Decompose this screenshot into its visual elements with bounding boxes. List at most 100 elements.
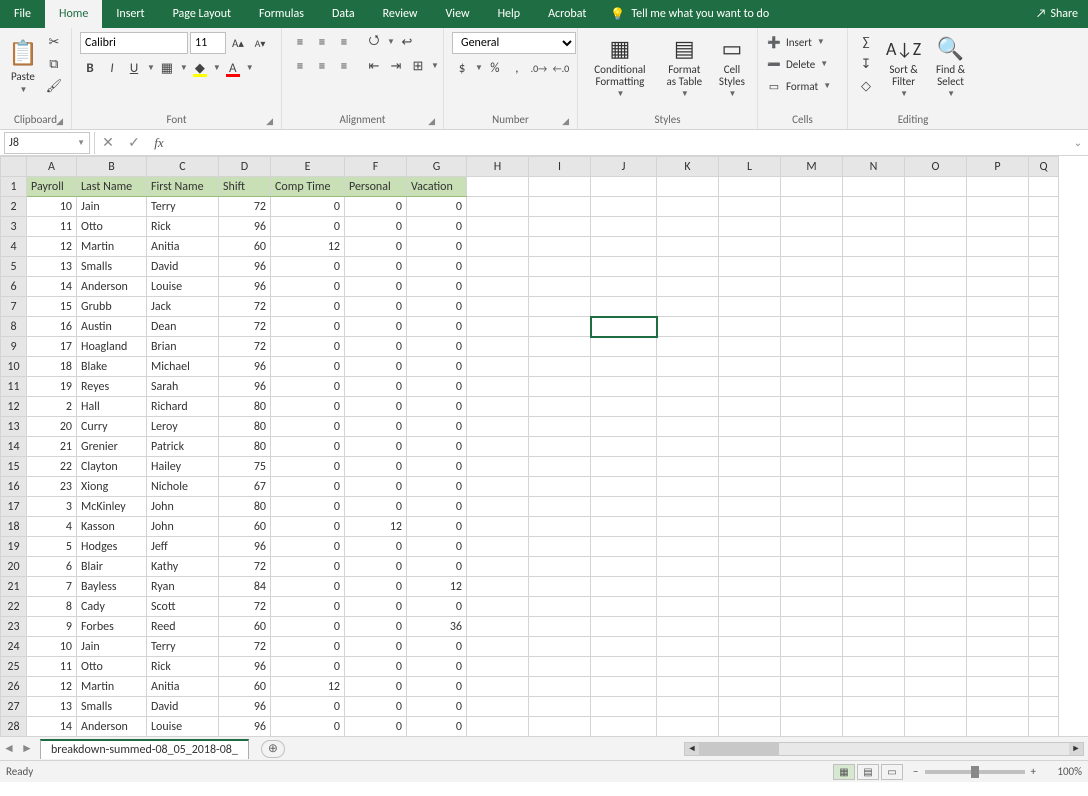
cell[interactable] — [781, 677, 843, 697]
cell[interactable]: 0 — [271, 377, 345, 397]
cell[interactable] — [529, 617, 591, 637]
cell[interactable]: 13 — [27, 257, 77, 277]
cell[interactable] — [657, 677, 719, 697]
cell[interactable] — [591, 437, 657, 457]
align-center-icon[interactable]: ≡ — [312, 56, 332, 76]
cell[interactable] — [719, 677, 781, 697]
cell[interactable] — [843, 577, 905, 597]
cell[interactable] — [843, 377, 905, 397]
cell[interactable] — [843, 237, 905, 257]
column-header[interactable]: A — [27, 157, 77, 177]
cell[interactable] — [719, 717, 781, 737]
cell[interactable] — [467, 437, 529, 457]
cell[interactable]: 72 — [219, 597, 271, 617]
cell[interactable]: 0 — [407, 597, 467, 617]
cell[interactable]: Jack — [147, 297, 219, 317]
column-header[interactable]: F — [345, 157, 407, 177]
cell[interactable]: 72 — [219, 337, 271, 357]
cell[interactable]: 0 — [271, 657, 345, 677]
cell[interactable] — [781, 517, 843, 537]
cell[interactable] — [967, 657, 1029, 677]
delete-cells-button[interactable]: ➖Delete▼ — [766, 54, 828, 74]
cell[interactable] — [529, 377, 591, 397]
cell[interactable]: Personal — [345, 177, 407, 197]
cell[interactable]: 0 — [407, 257, 467, 277]
increase-decimal-icon[interactable]: .0→ — [529, 58, 549, 78]
cell[interactable]: 0 — [407, 497, 467, 517]
cell[interactable]: 11 — [27, 657, 77, 677]
cell[interactable] — [529, 677, 591, 697]
cell[interactable]: 0 — [407, 697, 467, 717]
row-header[interactable]: 9 — [1, 337, 27, 357]
cell[interactable] — [657, 297, 719, 317]
cell[interactable] — [967, 417, 1029, 437]
cell[interactable]: Reyes — [77, 377, 147, 397]
column-header[interactable]: Q — [1029, 157, 1059, 177]
row-header[interactable]: 8 — [1, 317, 27, 337]
column-header[interactable]: J — [591, 157, 657, 177]
row-header[interactable]: 21 — [1, 577, 27, 597]
cell[interactable] — [657, 557, 719, 577]
cell[interactable] — [657, 397, 719, 417]
cell[interactable] — [719, 257, 781, 277]
cell[interactable] — [719, 597, 781, 617]
cell[interactable]: 0 — [407, 337, 467, 357]
cell[interactable] — [591, 217, 657, 237]
row-header[interactable]: 10 — [1, 357, 27, 377]
cell[interactable]: Sarah — [147, 377, 219, 397]
cell[interactable]: Kathy — [147, 557, 219, 577]
cell[interactable] — [467, 637, 529, 657]
cell[interactable]: 0 — [407, 537, 467, 557]
cell[interactable] — [529, 297, 591, 317]
cell[interactable] — [905, 297, 967, 317]
cell[interactable] — [1029, 697, 1059, 717]
cell[interactable]: 0 — [407, 417, 467, 437]
cell[interactable]: 0 — [407, 297, 467, 317]
cell[interactable]: Dean — [147, 317, 219, 337]
menu-tab-home[interactable]: Home — [45, 0, 102, 28]
cell[interactable] — [843, 277, 905, 297]
row-header[interactable]: 22 — [1, 597, 27, 617]
cell[interactable]: 75 — [219, 457, 271, 477]
cell[interactable] — [467, 257, 529, 277]
cell[interactable]: 9 — [27, 617, 77, 637]
cell[interactable]: Michael — [147, 357, 219, 377]
cell[interactable]: 36 — [407, 617, 467, 637]
cell[interactable] — [781, 337, 843, 357]
cell[interactable] — [967, 357, 1029, 377]
cell[interactable]: John — [147, 497, 219, 517]
cell[interactable] — [657, 637, 719, 657]
cell[interactable]: 80 — [219, 417, 271, 437]
format-as-table-button[interactable]: ▤Format as Table▼ — [660, 32, 709, 102]
cell[interactable] — [905, 217, 967, 237]
cell[interactable] — [781, 657, 843, 677]
spreadsheet-grid[interactable]: ABCDEFGHIJKLMNOPQ1PayrollLast NameFirst … — [0, 156, 1088, 736]
cell[interactable] — [657, 337, 719, 357]
row-header[interactable]: 25 — [1, 657, 27, 677]
normal-view-button[interactable]: ▦ — [833, 764, 855, 780]
cell[interactable] — [467, 317, 529, 337]
cell[interactable] — [591, 557, 657, 577]
cell[interactable] — [967, 197, 1029, 217]
cell[interactable]: 96 — [219, 217, 271, 237]
cell[interactable] — [843, 297, 905, 317]
cell[interactable] — [905, 457, 967, 477]
cell[interactable]: Hailey — [147, 457, 219, 477]
menu-tab-view[interactable]: View — [432, 0, 484, 28]
cell[interactable] — [719, 437, 781, 457]
cell[interactable] — [719, 197, 781, 217]
cell[interactable] — [1029, 637, 1059, 657]
cell[interactable] — [719, 397, 781, 417]
cell[interactable] — [529, 237, 591, 257]
cell[interactable]: Anitia — [147, 237, 219, 257]
cell[interactable]: Anitia — [147, 677, 219, 697]
cell[interactable]: Rick — [147, 217, 219, 237]
cell[interactable]: 0 — [345, 537, 407, 557]
cell[interactable] — [843, 677, 905, 697]
decrease-font-icon[interactable]: A▾ — [250, 33, 270, 53]
tell-me-search[interactable]: 💡Tell me what you want to do — [610, 7, 769, 22]
cell[interactable] — [467, 237, 529, 257]
cell[interactable]: 0 — [271, 477, 345, 497]
cell[interactable]: 0 — [407, 557, 467, 577]
cell[interactable] — [781, 597, 843, 617]
